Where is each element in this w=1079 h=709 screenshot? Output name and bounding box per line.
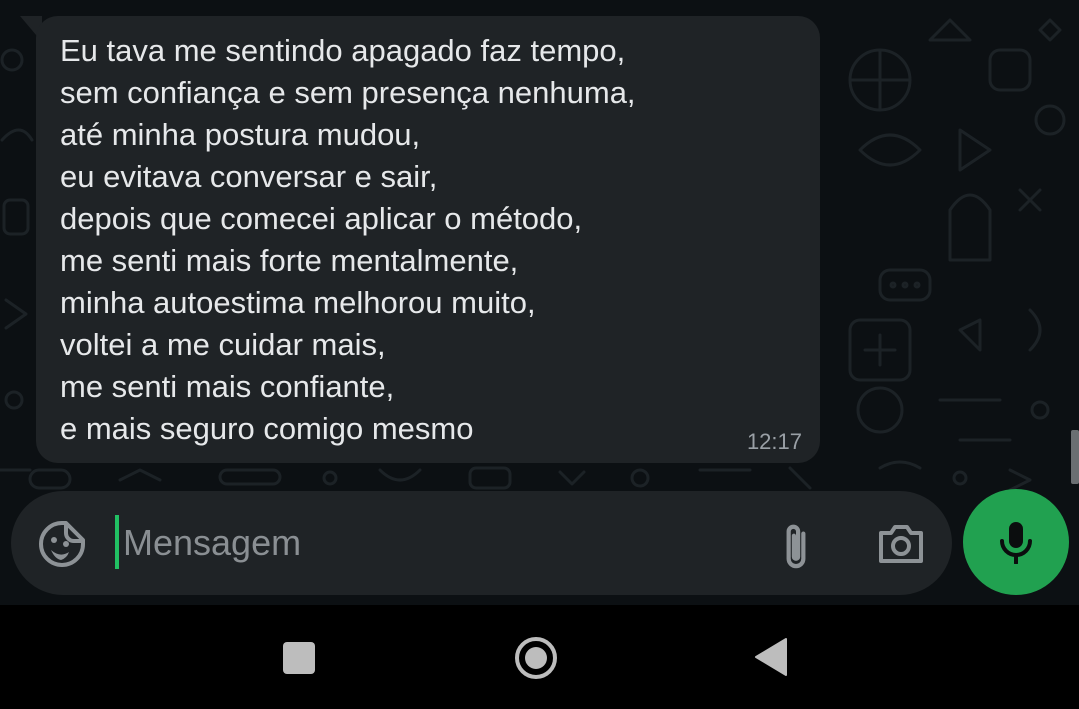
text-cursor [115, 515, 119, 569]
message-line: voltei a me cuidar mais, [60, 327, 386, 362]
message-line: até minha postura mudou, [60, 117, 421, 152]
home-button[interactable] [514, 636, 558, 680]
message-composer [11, 491, 952, 595]
message-line: Eu tava me sentindo apagado faz tempo, [60, 33, 626, 68]
paperclip-icon [786, 524, 806, 569]
message-line: me senti mais confiante, [60, 369, 395, 404]
attach-button[interactable] [775, 519, 815, 569]
system-navigation-bar [0, 605, 1079, 709]
message-timestamp: 12:17 [746, 429, 802, 454]
voice-record-button[interactable] [963, 489, 1069, 595]
message-line: depois que comecei aplicar o método, [60, 201, 583, 236]
message-line: sem confiança e sem presença nenhuma, [60, 75, 636, 110]
message-line: me senti mais forte mentalmente, [60, 243, 519, 278]
message-line: eu evitava conversar e sair, [60, 159, 438, 194]
camera-icon [879, 525, 923, 563]
home-icon [515, 637, 557, 679]
sticker-icon [39, 521, 85, 567]
message-input[interactable] [123, 513, 723, 573]
whatsapp-chat-screen: Eu tava me sentindo apagado faz tempo, s… [0, 0, 1079, 709]
incoming-message-bubble[interactable]: Eu tava me sentindo apagado faz tempo, s… [36, 16, 820, 463]
back-button[interactable] [754, 637, 788, 677]
sticker-button[interactable] [37, 519, 87, 569]
message-line: e mais seguro comigo mesmo [60, 411, 474, 446]
back-icon [755, 638, 787, 676]
camera-button[interactable] [877, 521, 925, 565]
microphone-icon [1000, 522, 1032, 564]
recents-button[interactable] [283, 642, 315, 674]
message-line: minha autoestima melhorou muito, [60, 285, 536, 320]
scrollbar-thumb[interactable] [1071, 430, 1079, 484]
